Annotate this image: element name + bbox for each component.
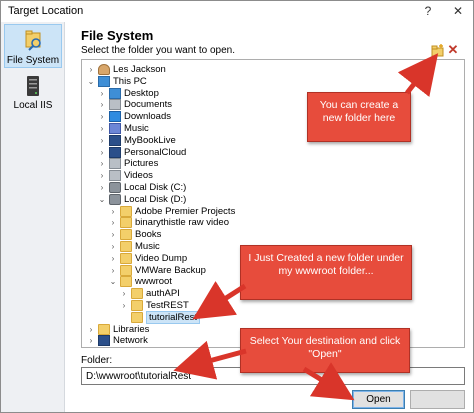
sidebar-item-label: Local IIS (13, 100, 53, 111)
darkblue-icon (109, 134, 121, 146)
folder-icon (120, 241, 132, 252)
sidebar-item-label: File System (6, 55, 60, 66)
music-icon (109, 123, 121, 134)
new-folder-icon (431, 44, 444, 57)
tree-node-label: Network (113, 335, 148, 347)
tree-expander-icon[interactable]: › (86, 334, 96, 347)
arrow-to-folder-input (173, 340, 247, 380)
file-system-icon (25, 30, 41, 51)
folder-icon (131, 300, 143, 311)
blue-icon (109, 87, 121, 99)
window-title: Target Location (8, 5, 84, 17)
annotation-select-destination: Select Your destination and click "Open" (240, 328, 410, 373)
annotation-new-folder: You can create a new folder here (307, 92, 411, 142)
cancel-button[interactable] (410, 390, 465, 409)
close-button[interactable]: ✕ (443, 2, 473, 20)
instructions-text: Select the folder you want to open. (81, 45, 235, 56)
open-button[interactable]: Open (352, 390, 405, 409)
sidebar-item-local-iis[interactable]: Local IIS (4, 70, 62, 114)
darkblue-icon (98, 335, 110, 347)
folder-icon (120, 229, 132, 241)
folder-icon (131, 288, 143, 300)
delete-icon: ✕ (447, 42, 459, 57)
page-title: File System (81, 28, 154, 43)
title-bar: Target Location ? ✕ (1, 1, 473, 21)
grey-icon (109, 99, 121, 111)
sidebar-item-file-system[interactable]: File System (4, 24, 62, 68)
target-location-dialog: Target Location ? ✕ File System Local II… (0, 0, 474, 413)
folder-icon (131, 311, 143, 323)
annotation-created-folder: I Just Created a new folder under my www… (240, 245, 412, 300)
down-icon (109, 111, 121, 123)
folder-label: Folder: (81, 355, 113, 366)
tree-expander-icon[interactable]: ⌄ (86, 75, 96, 88)
help-button[interactable]: ? (413, 2, 443, 20)
drive-icon (109, 193, 121, 205)
delete-button[interactable]: ✕ (446, 43, 460, 57)
grey-icon (109, 158, 121, 170)
pc-icon (98, 75, 110, 87)
folder-icon (120, 276, 132, 288)
folder-icon (120, 264, 132, 276)
folder-icon (120, 217, 132, 229)
person-icon (98, 64, 110, 75)
folder-icon (120, 252, 132, 264)
drive-icon (109, 182, 121, 193)
tree-expander-icon[interactable]: ⌄ (97, 193, 107, 206)
folder-icon (120, 205, 132, 217)
grey-icon (109, 170, 121, 182)
tree-expander-icon[interactable]: ⌄ (108, 275, 118, 288)
darkblue-icon (109, 146, 121, 158)
tree-expander-icon[interactable]: › (119, 299, 129, 312)
folder-icon (98, 323, 110, 335)
server-icon (27, 76, 39, 96)
location-type-sidebar: File System Local IIS (1, 22, 65, 412)
new-folder-button[interactable] (431, 43, 445, 57)
tree-node-label: tutorialRest (146, 310, 201, 324)
